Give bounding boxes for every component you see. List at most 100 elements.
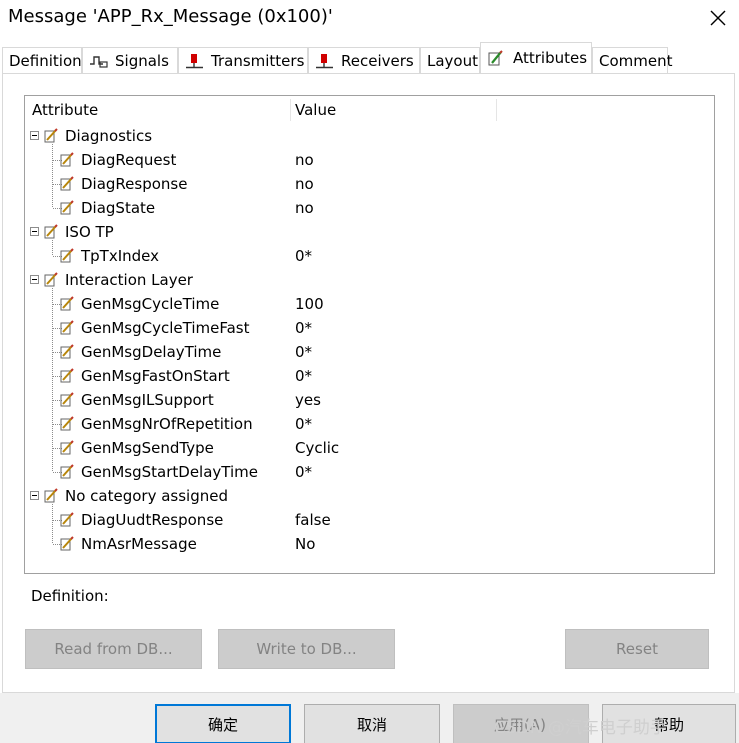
close-button[interactable]	[700, 2, 736, 32]
attribute-pencil-icon	[60, 464, 74, 479]
tab-strip: Definition Signals Transmitters Receiver…	[2, 42, 739, 73]
tab-comment[interactable]: Comment	[592, 47, 673, 73]
attribute-name: DiagResponse	[81, 175, 188, 193]
attribute-name: DiagRequest	[81, 151, 177, 169]
attribute-row[interactable]: DiagRequest no	[25, 148, 714, 172]
attribute-value[interactable]: no	[295, 151, 314, 169]
read-from-db-button[interactable]: Read from DB...	[25, 629, 202, 669]
group-row-no-category[interactable]: No category assigned	[25, 484, 714, 508]
group-label: Interaction Layer	[65, 271, 193, 289]
attribute-pencil-icon	[60, 248, 74, 263]
transmitter-icon	[185, 53, 203, 69]
attribute-row[interactable]: TpTxIndex 0*	[25, 244, 714, 268]
attribute-name: GenMsgNrOfRepetition	[81, 415, 253, 433]
attribute-pencil-icon	[60, 536, 74, 551]
tab-label: Layout	[427, 51, 478, 70]
definition-label: Definition:	[31, 587, 109, 605]
attribute-row[interactable]: GenMsgFastOnStart 0*	[25, 364, 714, 388]
group-row-diagnostics[interactable]: Diagnostics	[25, 124, 714, 148]
group-label: Diagnostics	[65, 127, 153, 145]
attribute-tree[interactable]: Attribute Value Diagnostics DiagRequest …	[24, 95, 715, 574]
tab-label: Comment	[599, 51, 673, 70]
attribute-pencil-icon	[60, 368, 74, 383]
reset-button[interactable]: Reset	[565, 629, 709, 669]
attribute-pencil-icon	[60, 200, 74, 215]
attribute-row[interactable]: GenMsgCycleTimeFast 0*	[25, 316, 714, 340]
tab-definition[interactable]: Definition	[2, 47, 82, 73]
tab-label: Definition	[9, 51, 82, 70]
attribute-row[interactable]: NmAsrMessage No	[25, 532, 714, 556]
collapse-toggle[interactable]	[30, 131, 39, 140]
collapse-toggle[interactable]	[30, 491, 39, 500]
attribute-value[interactable]: 0*	[295, 463, 312, 481]
attribute-value[interactable]: 0*	[295, 343, 312, 361]
attribute-name: DiagUudtResponse	[81, 511, 224, 529]
collapse-toggle[interactable]	[30, 227, 39, 236]
attribute-value[interactable]: No	[295, 535, 315, 553]
column-header-attribute[interactable]: Attribute	[32, 96, 98, 124]
receiver-icon	[315, 53, 333, 69]
group-row-iso-tp[interactable]: ISO TP	[25, 220, 714, 244]
attribute-value[interactable]: 0*	[295, 319, 312, 337]
tab-signals[interactable]: Signals	[82, 47, 178, 73]
column-header-value[interactable]: Value	[295, 96, 336, 124]
attribute-value[interactable]: 0*	[295, 367, 312, 385]
attribute-value[interactable]: Cyclic	[295, 439, 339, 457]
attribute-row[interactable]: GenMsgILSupport yes	[25, 388, 714, 412]
attribute-row[interactable]: DiagState no	[25, 196, 714, 220]
attribute-name: TpTxIndex	[81, 247, 160, 265]
tab-receivers[interactable]: Receivers	[308, 47, 420, 73]
attribute-name: GenMsgFastOnStart	[81, 367, 230, 385]
tab-label: Receivers	[341, 51, 414, 70]
group-row-interaction-layer[interactable]: Interaction Layer	[25, 268, 714, 292]
tab-label: Transmitters	[211, 51, 305, 70]
attribute-value[interactable]: yes	[295, 391, 321, 409]
attribute-value[interactable]: false	[295, 511, 331, 529]
attribute-row[interactable]: DiagResponse no	[25, 172, 714, 196]
write-to-db-button[interactable]: Write to DB...	[218, 629, 395, 669]
cancel-button[interactable]: 取消	[304, 704, 440, 743]
attribute-value[interactable]: 0*	[295, 247, 312, 265]
attribute-name: GenMsgDelayTime	[81, 343, 222, 361]
attribute-pencil-icon	[44, 224, 58, 239]
attribute-pencil-icon	[60, 392, 74, 407]
attribute-pencil-icon	[60, 416, 74, 431]
ok-button[interactable]: 确定	[155, 704, 291, 743]
attribute-pencil-icon	[44, 272, 58, 287]
attribute-pencil-icon	[44, 488, 58, 503]
attribute-pencil-icon	[60, 296, 74, 311]
close-icon	[710, 10, 726, 26]
attribute-value[interactable]: no	[295, 175, 314, 193]
attribute-name: GenMsgStartDelayTime	[81, 463, 259, 481]
attribute-pencil-icon	[60, 512, 74, 527]
help-button[interactable]: 帮助	[602, 704, 736, 743]
attribute-row[interactable]: DiagUudtResponse false	[25, 508, 714, 532]
attribute-value[interactable]: 100	[295, 295, 324, 313]
tab-layout[interactable]: Layout	[420, 47, 480, 73]
attribute-name: GenMsgILSupport	[81, 391, 214, 409]
tab-label: Signals	[115, 51, 169, 70]
attribute-pencil-icon	[60, 152, 74, 167]
attribute-row[interactable]: GenMsgNrOfRepetition 0*	[25, 412, 714, 436]
tab-attributes[interactable]: Attributes	[480, 42, 592, 73]
attribute-row[interactable]: GenMsgDelayTime 0*	[25, 340, 714, 364]
attribute-value[interactable]: no	[295, 199, 314, 217]
collapse-toggle[interactable]	[30, 275, 39, 284]
title-bar: Message 'APP_Rx_Message (0x100)'	[0, 0, 739, 36]
signals-icon	[89, 53, 108, 69]
tab-transmitters[interactable]: Transmitters	[178, 47, 308, 73]
attribute-row[interactable]: GenMsgSendType Cyclic	[25, 436, 714, 460]
tab-label: Attributes	[513, 49, 588, 67]
attribute-row[interactable]: GenMsgCycleTime 100	[25, 292, 714, 316]
column-divider[interactable]	[496, 99, 497, 121]
attribute-row[interactable]: GenMsgStartDelayTime 0*	[25, 460, 714, 484]
apply-button[interactable]: 应用(A)	[453, 704, 589, 743]
column-divider[interactable]	[290, 99, 291, 121]
attribute-pencil-icon	[487, 50, 505, 66]
attribute-value[interactable]: 0*	[295, 415, 312, 433]
group-label: ISO TP	[65, 223, 114, 241]
attribute-pencil-icon	[60, 440, 74, 455]
window-title: Message 'APP_Rx_Message (0x100)'	[8, 6, 333, 27]
group-label: No category assigned	[65, 487, 228, 505]
attribute-name: GenMsgCycleTimeFast	[81, 319, 250, 337]
